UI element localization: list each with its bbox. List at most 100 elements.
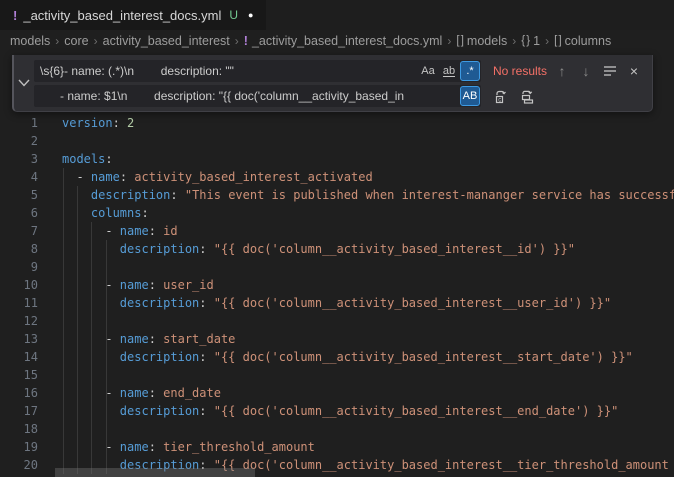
code-line[interactable]: 1 version: 2	[0, 114, 674, 132]
line-number: 4	[0, 168, 38, 186]
code-line[interactable]: 13 - name: start_date	[0, 330, 674, 348]
breadcrumb-item[interactable]: [ ] columns	[554, 34, 611, 48]
code-text: models:	[62, 150, 113, 168]
code-text: version: 2	[62, 114, 134, 132]
breadcrumb-label: 1	[533, 34, 540, 48]
code-line[interactable]: 14 description: "{{ doc('column__activit…	[0, 348, 674, 366]
editor-pane[interactable]: 1 version: 2 23models:4 - name: activity_b…	[0, 52, 674, 477]
whole-word-toggle[interactable]: ab	[439, 61, 459, 81]
svg-text:c: c	[498, 97, 501, 103]
tab-filename: _activity_based_interest_docs.yml	[23, 8, 221, 23]
code-line[interactable]: 10 - name: user_id	[0, 276, 674, 294]
code-text: - name: end_date	[62, 384, 221, 402]
symbol-kind-icon: [ ]	[554, 35, 561, 47]
line-number: 10	[0, 276, 38, 294]
find-in-selection-button[interactable]	[600, 61, 620, 81]
code-line[interactable]: 19 - name: tier_threshold_amount	[0, 438, 674, 456]
regex-toggle[interactable]: .*	[460, 61, 480, 81]
code-text: description: "{{ doc('column__activity_b…	[62, 240, 575, 258]
find-row: \s{6}- name: (.*)\n description: "" Aa a…	[34, 60, 644, 82]
next-match-button[interactable]: ↓	[576, 61, 596, 81]
line-number: 8	[0, 240, 38, 258]
tab-active-file[interactable]: ! _activity_based_interest_docs.yml U ●	[0, 0, 266, 30]
chevron-down-icon	[18, 79, 30, 87]
yaml-file-icon: !	[244, 34, 248, 48]
symbol-kind-icon: [ ]	[456, 35, 463, 47]
code-line[interactable]: 16 - name: end_date	[0, 384, 674, 402]
code-text: - name: user_id	[62, 276, 214, 294]
code-text: description: "{{ doc('column__activity_b…	[62, 294, 611, 312]
vscode-window: ! _activity_based_interest_docs.yml U ● …	[0, 0, 674, 477]
breadcrumb-item[interactable]: ! _activity_based_interest_docs.yml	[244, 34, 443, 48]
preserve-case-toggle[interactable]: AB	[460, 86, 480, 106]
code-line[interactable]: 12	[0, 312, 674, 330]
replace-value-text: - name: $1\n description: "{{ doc('colum…	[34, 89, 460, 103]
code-line[interactable]: 9	[0, 258, 674, 276]
code-line[interactable]: 18	[0, 420, 674, 438]
code-line[interactable]: 11 description: "{{ doc('column__activit…	[0, 294, 674, 312]
replace-button[interactable]: c	[491, 86, 511, 106]
unsaved-changes-dot-icon[interactable]: ●	[248, 10, 253, 20]
toggle-replace-button[interactable]	[14, 55, 34, 111]
previous-match-button[interactable]: ↑	[552, 61, 572, 81]
horizontal-scrollbar[interactable]	[55, 468, 255, 477]
code-text: columns:	[62, 204, 149, 222]
code-text: - name: start_date	[62, 330, 235, 348]
line-number: 14	[0, 348, 38, 366]
code-line[interactable]: 15	[0, 366, 674, 384]
code-text: - name: id	[62, 222, 178, 240]
code-line[interactable]: 5 description: "This event is published …	[0, 186, 674, 204]
breadcrumb-label: columns	[565, 34, 612, 48]
breadcrumb-item[interactable]: { } 1	[521, 34, 540, 48]
breadcrumb-item[interactable]: models	[10, 34, 50, 48]
code-line[interactable]: 17 description: "{{ doc('column__activit…	[0, 402, 674, 420]
code-text: description: "This event is published wh…	[62, 186, 674, 204]
find-status-text: No results	[493, 64, 547, 78]
code-line[interactable]: 4 - name: activity_based_interest_activa…	[0, 168, 674, 186]
replace-all-button[interactable]	[517, 86, 537, 106]
replace-input[interactable]: - name: $1\n description: "{{ doc('colum…	[34, 85, 481, 107]
line-number: 9	[0, 258, 38, 276]
line-number: 18	[0, 420, 38, 438]
breadcrumb-separator: ›	[447, 34, 451, 48]
line-number: 2	[0, 132, 38, 150]
code-lines: 1 version: 2 23models:4 - name: activity_b…	[0, 114, 674, 474]
line-number: 17	[0, 402, 38, 420]
match-case-toggle[interactable]: Aa	[418, 61, 438, 81]
line-number: 19	[0, 438, 38, 456]
line-number: 7	[0, 222, 38, 240]
breadcrumb-item[interactable]: [ ]models	[456, 34, 507, 48]
code-text: description: "{{ doc('column__activity_b…	[62, 348, 633, 366]
close-find-button[interactable]: ×	[624, 61, 644, 81]
code-line[interactable]: 2	[0, 132, 674, 150]
code-line[interactable]: 8 description: "{{ doc('column__activity…	[0, 240, 674, 258]
find-replace-widget: \s{6}- name: (.*)\n description: "" Aa a…	[12, 55, 653, 112]
code-text: - name: activity_based_interest_activate…	[62, 168, 373, 186]
breadcrumb-item[interactable]: core	[64, 34, 88, 48]
find-input[interactable]: \s{6}- name: (.*)\n description: "" Aa a…	[34, 60, 481, 82]
replace-row: - name: $1\n description: "{{ doc('colum…	[34, 85, 644, 107]
line-number: 20	[0, 456, 38, 474]
find-in-selection-icon	[603, 65, 617, 77]
breadcrumb-separator: ›	[545, 34, 549, 48]
symbol-kind-icon: { }	[521, 35, 529, 47]
find-query-text: \s{6}- name: (.*)\n description: ""	[34, 64, 418, 78]
breadcrumb-item[interactable]: activity_based_interest	[103, 34, 230, 48]
line-number: 13	[0, 330, 38, 348]
line-number: 1	[0, 114, 38, 132]
breadcrumb-separator: ›	[235, 34, 239, 48]
code-line[interactable]: 3models:	[0, 150, 674, 168]
code-line[interactable]: 7 - name: id	[0, 222, 674, 240]
git-status-untracked: U	[229, 8, 238, 22]
line-number: 15	[0, 366, 38, 384]
code-line[interactable]: 6 columns:	[0, 204, 674, 222]
line-number: 16	[0, 384, 38, 402]
breadcrumb-label: core	[64, 34, 88, 48]
replace-all-icon	[520, 89, 535, 104]
breadcrumb-separator: ›	[94, 34, 98, 48]
breadcrumb-label: models	[10, 34, 50, 48]
breadcrumb-separator: ›	[55, 34, 59, 48]
line-number: 12	[0, 312, 38, 330]
line-number: 5	[0, 186, 38, 204]
breadcrumb-label: _activity_based_interest_docs.yml	[252, 34, 442, 48]
